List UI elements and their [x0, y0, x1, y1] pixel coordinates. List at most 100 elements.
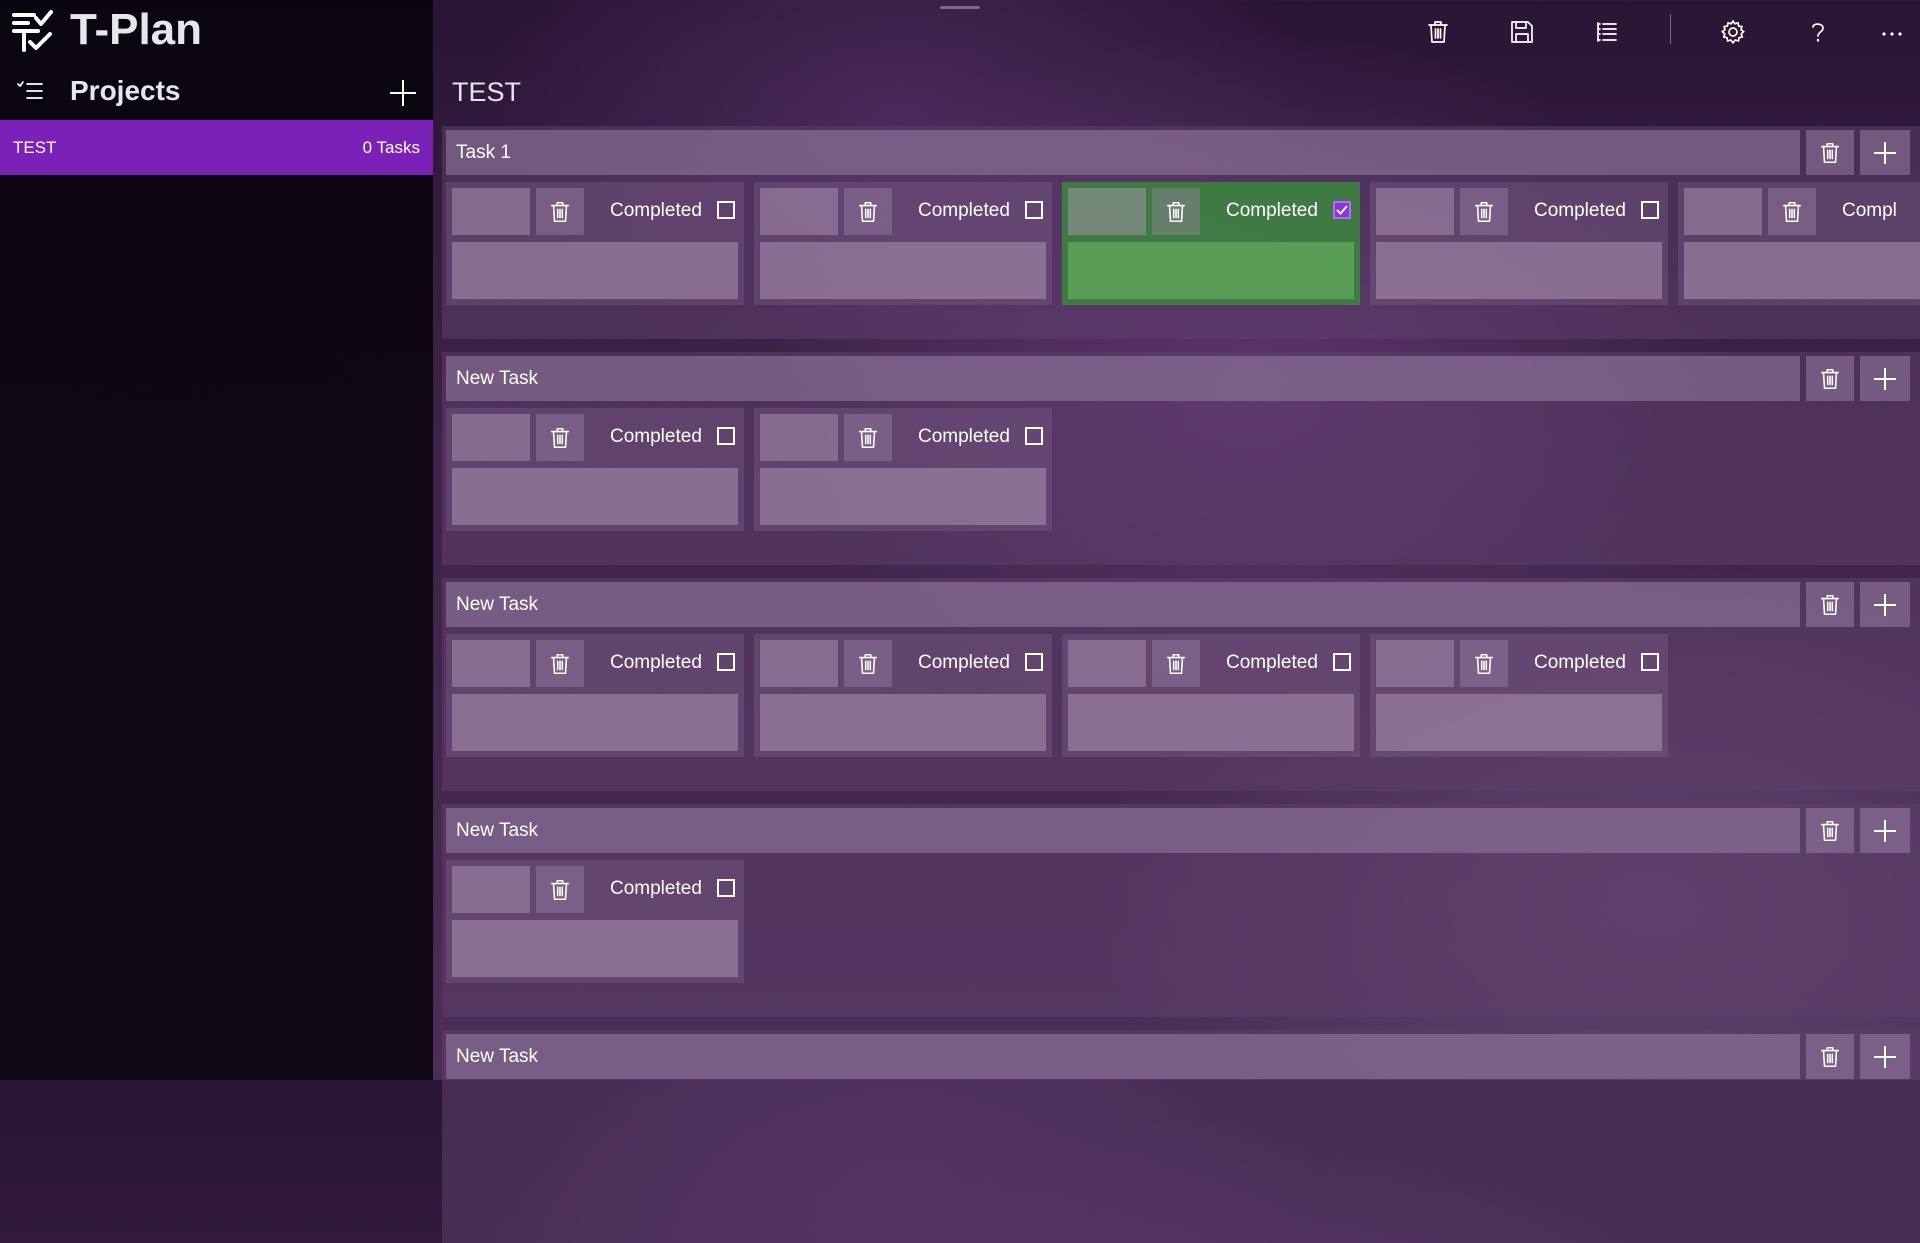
subtask-name-input[interactable] [760, 640, 838, 687]
project-item-test[interactable]: TEST 0 Tasks [0, 120, 433, 175]
delete-subtask-button[interactable] [1152, 640, 1200, 687]
completed-checkbox[interactable] [1333, 653, 1351, 671]
subtask-name-input[interactable] [760, 414, 838, 461]
save-button[interactable] [1504, 14, 1540, 50]
subtask-description-input[interactable] [452, 694, 738, 751]
subtask-description-input[interactable] [760, 242, 1046, 299]
project-name: TEST [13, 138, 57, 157]
completed-checkbox[interactable] [1025, 201, 1043, 219]
delete-subtask-button[interactable] [844, 414, 892, 461]
delete-subtask-button[interactable] [536, 414, 584, 461]
save-icon [1509, 19, 1535, 45]
delete-subtask-button[interactable] [536, 866, 584, 913]
task-group-title-field[interactable]: New Task [446, 356, 1800, 401]
task-group-title-field[interactable]: New Task [446, 1034, 1800, 1079]
window-drag-handle[interactable] [940, 6, 980, 9]
completed-label: Completed [610, 652, 702, 673]
subtask-name-input[interactable] [1068, 188, 1146, 235]
delete-task-group-button[interactable] [1806, 130, 1854, 175]
settings-icon [1719, 18, 1747, 46]
subtask-description-input[interactable] [1068, 242, 1354, 299]
delete-task-group-button[interactable] [1806, 1034, 1854, 1079]
trash-icon [548, 426, 572, 450]
list-view-button[interactable] [1589, 14, 1625, 50]
completed-checkbox[interactable] [717, 653, 735, 671]
add-subtask-button[interactable] [1860, 1034, 1910, 1079]
subtask-description-input[interactable] [760, 694, 1046, 751]
delete-subtask-button[interactable] [844, 188, 892, 235]
trash-icon [1818, 593, 1842, 617]
completed-checkbox[interactable] [1025, 427, 1043, 445]
settings-button[interactable] [1715, 14, 1751, 50]
trash-icon [1425, 19, 1451, 45]
completed-checkbox[interactable] [717, 201, 735, 219]
projects-list-icon[interactable] [16, 79, 44, 103]
delete-task-group-button[interactable] [1806, 582, 1854, 627]
trash-icon [1818, 819, 1842, 843]
delete-subtask-button[interactable] [536, 188, 584, 235]
task-group-title-field[interactable]: New Task [446, 582, 1800, 627]
delete-task-group-button[interactable] [1806, 808, 1854, 853]
subtask-description-input[interactable] [452, 468, 738, 525]
subtask-description-input[interactable] [1684, 242, 1920, 299]
completed-checkbox[interactable] [717, 879, 735, 897]
completed-checkbox[interactable] [1025, 653, 1043, 671]
trash-icon [856, 426, 880, 450]
subtask-name-input[interactable] [452, 640, 530, 687]
more-button[interactable] [1874, 14, 1910, 50]
delete-subtask-button[interactable] [1768, 188, 1816, 235]
subtask-description-input[interactable] [1376, 694, 1662, 751]
subtask-name-input[interactable] [1376, 188, 1454, 235]
subtask-card: Completed [446, 408, 744, 531]
app-title: T-Plan [70, 5, 203, 54]
add-subtask-button[interactable] [1860, 808, 1910, 853]
delete-subtask-button[interactable] [844, 640, 892, 687]
subtask-name-input[interactable] [1068, 640, 1146, 687]
add-subtask-button[interactable] [1860, 582, 1910, 627]
app-logo-icon [10, 8, 54, 54]
delete-subtask-button[interactable] [1460, 640, 1508, 687]
subtask-description-input[interactable] [1376, 242, 1662, 299]
list-icon [1594, 19, 1620, 45]
completed-checkbox[interactable] [1641, 201, 1659, 219]
subtask-name-input[interactable] [1684, 188, 1762, 235]
subtask-name-input[interactable] [452, 414, 530, 461]
delete-subtask-button[interactable] [1460, 188, 1508, 235]
task-group-title: New Task [456, 820, 539, 841]
trash-icon [1472, 200, 1496, 224]
trash-icon [1780, 200, 1804, 224]
task-group-title-field[interactable]: New Task [446, 808, 1800, 853]
delete-subtask-button[interactable] [536, 640, 584, 687]
delete-project-button[interactable] [1420, 14, 1456, 50]
delete-task-group-button[interactable] [1806, 356, 1854, 401]
subtask-description-input[interactable] [452, 920, 738, 977]
subtask-card: Compl [1678, 182, 1920, 305]
subtask-card: Completed [754, 408, 1052, 531]
trash-icon [1164, 652, 1188, 676]
add-subtask-button[interactable] [1860, 356, 1910, 401]
trash-icon [856, 652, 880, 676]
trash-icon [548, 200, 572, 224]
add-subtask-button[interactable] [1860, 130, 1910, 175]
task-group-title: New Task [456, 368, 539, 389]
completed-checkbox[interactable] [1333, 201, 1351, 219]
delete-subtask-button[interactable] [1152, 188, 1200, 235]
add-project-button[interactable] [386, 76, 420, 110]
subtask-description-input[interactable] [1068, 694, 1354, 751]
subtask-description-input[interactable] [760, 468, 1046, 525]
task-group: New Task Completed [442, 804, 1920, 1017]
task-group-title-field[interactable]: Task 1 [446, 130, 1800, 175]
completed-label: Completed [610, 878, 702, 899]
subtask-name-input[interactable] [1376, 640, 1454, 687]
project-title: TEST [452, 77, 522, 107]
completed-label: Completed [610, 200, 702, 221]
subtask-name-input[interactable] [452, 866, 530, 913]
subtask-description-input[interactable] [452, 242, 738, 299]
subtask-name-input[interactable] [760, 188, 838, 235]
subtask-name-input[interactable] [452, 188, 530, 235]
help-button[interactable] [1800, 14, 1836, 50]
completed-checkbox[interactable] [1641, 653, 1659, 671]
trash-icon [1818, 141, 1842, 165]
completed-checkbox[interactable] [717, 427, 735, 445]
projects-heading: Projects [70, 75, 181, 106]
